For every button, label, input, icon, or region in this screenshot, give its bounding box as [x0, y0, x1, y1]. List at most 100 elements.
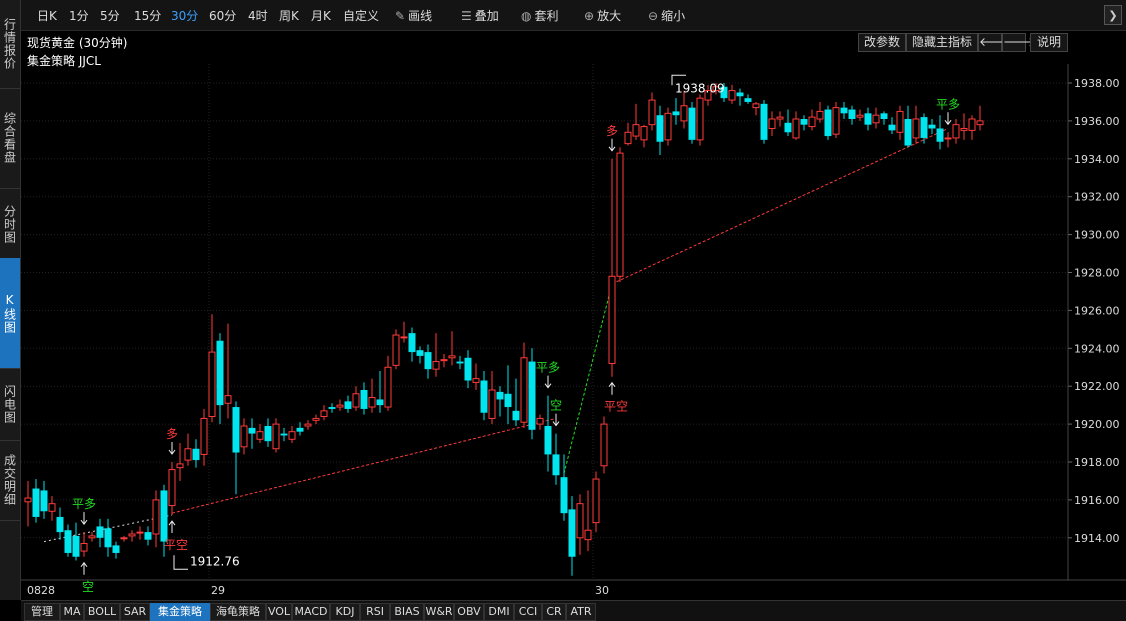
period-0[interactable]: 日K — [37, 7, 57, 24]
zoom-in-icon: ⊕ — [584, 9, 595, 23]
trend-line-0 — [171, 417, 557, 514]
tool-label: 放大 — [597, 9, 622, 23]
period-7[interactable]: 周K — [279, 7, 299, 24]
candle-body-119 — [976, 120, 984, 126]
tool-3[interactable]: ⊕ 放大 — [584, 7, 621, 24]
period-1[interactable]: 1分 — [69, 7, 89, 24]
candle-body-104 — [856, 114, 864, 118]
hide-main-indicator-button[interactable]: 隐藏主指标 — [906, 33, 978, 52]
y-tick-label-0: 1914.00 — [1074, 532, 1120, 545]
candle-body-65 — [544, 425, 552, 455]
period-6[interactable]: 4时 — [248, 7, 268, 24]
indicator-tab-4[interactable]: 集金策略 — [150, 603, 210, 621]
candle-body-105 — [864, 113, 872, 125]
candle-body-0 — [24, 497, 32, 503]
candle-body-63 — [528, 361, 536, 430]
period-5[interactable]: 60分 — [209, 7, 236, 24]
candle-body-14 — [136, 531, 144, 534]
tool-1[interactable]: ☰ 叠加 — [461, 7, 499, 24]
signal-label-5: 空 — [550, 399, 562, 413]
indicator-tab-8[interactable]: KDJ — [330, 603, 360, 621]
indicator-tab-11[interactable]: W&R — [424, 603, 454, 621]
candle-body-52 — [440, 359, 448, 362]
indicator-tab-14[interactable]: CCI — [514, 603, 542, 621]
candle-body-25 — [224, 395, 232, 404]
y-tick-label-8: 1930.00 — [1074, 229, 1120, 242]
candle-body-71 — [592, 478, 600, 524]
candle-body-88 — [728, 90, 736, 101]
signal-label-8: 平多 — [936, 97, 960, 111]
candle-body-81 — [672, 111, 680, 116]
indicator-tab-6[interactable]: VOL — [266, 603, 292, 621]
candle-body-49 — [416, 350, 424, 356]
sidebar: 行情报价 综合看盘 分时图 K线图 闪电图 成交明细 — [0, 0, 21, 600]
trend-line-2 — [611, 128, 949, 285]
candle-body-34 — [296, 427, 304, 432]
indicator-tab-16[interactable]: ATR — [566, 603, 596, 621]
tool-2[interactable]: ◍ 套利 — [521, 7, 559, 24]
next-button[interactable]: 🡒 — [1002, 33, 1035, 52]
candle-body-42 — [360, 389, 368, 409]
tool-0[interactable]: ✎ 画线 — [395, 7, 432, 24]
trend-line-1 — [563, 283, 613, 474]
edit-params-button[interactable]: 改参数 — [858, 33, 906, 52]
indicator-tab-13[interactable]: DMI — [484, 603, 514, 621]
indicator-tab-7[interactable]: MACD — [292, 603, 330, 621]
candle-body-41 — [352, 393, 360, 408]
candle-body-98 — [808, 116, 816, 128]
indicator-tab-10[interactable]: BIAS — [390, 603, 424, 621]
signal-arrowhead-7 — [608, 381, 616, 388]
candle-body-93 — [768, 118, 776, 129]
side-tab-0[interactable]: 行情报价 — [0, 0, 20, 89]
candle-body-44 — [376, 399, 384, 406]
candle-body-51 — [432, 361, 440, 370]
period-3[interactable]: 15分 — [134, 7, 161, 24]
candle-body-87 — [720, 86, 728, 99]
indicator-tab-1[interactable]: MA — [60, 603, 84, 621]
candle-body-95 — [784, 122, 792, 133]
candle-body-16 — [152, 499, 160, 535]
side-tab-2[interactable]: 分时图 — [0, 188, 20, 261]
prev-button[interactable]: 🡐 — [978, 33, 1011, 52]
tool-4[interactable]: ⊖ 缩小 — [648, 7, 685, 24]
indicator-tab-2[interactable]: BOLL — [84, 603, 120, 621]
extreme-marker-1 — [671, 74, 686, 86]
candle-body-70 — [584, 529, 592, 541]
candle-body-47 — [400, 336, 408, 339]
indicator-tab-9[interactable]: RSI — [360, 603, 390, 621]
candle-body-102 — [840, 107, 848, 114]
side-tab-5[interactable]: 成交明细 — [0, 440, 20, 521]
period-8[interactable]: 月K — [311, 7, 331, 24]
candle-body-24 — [216, 340, 224, 406]
period-9[interactable]: 自定义 — [343, 7, 379, 24]
candle-body-43 — [368, 397, 376, 408]
y-tick-label-10: 1934.00 — [1074, 153, 1120, 166]
indicator-tab-15[interactable]: CR — [542, 603, 566, 621]
candle-body-113 — [928, 124, 936, 129]
indicator-tab-5[interactable]: 海龟策略 — [210, 603, 266, 621]
y-tick-label-5: 1924.00 — [1074, 342, 1120, 355]
side-tab-3[interactable]: K线图 — [0, 258, 20, 369]
candle-body-85 — [704, 90, 712, 101]
stack-icon: ☰ — [461, 9, 472, 23]
candle-body-84 — [696, 97, 704, 141]
side-tab-4[interactable]: 闪电图 — [0, 368, 20, 441]
candle-body-59 — [496, 391, 504, 400]
help-button[interactable]: 说明 — [1030, 33, 1068, 52]
indicator-tab-3[interactable]: SAR — [120, 603, 150, 621]
candle-body-21 — [192, 448, 200, 461]
y-tick-label-3: 1920.00 — [1074, 418, 1120, 431]
side-tab-1[interactable]: 综合看盘 — [0, 88, 20, 189]
indicator-tab-12[interactable]: OBV — [454, 603, 484, 621]
collapse-right-button[interactable]: ❯ — [1104, 5, 1122, 25]
period-2[interactable]: 5分 — [100, 7, 120, 24]
candle-body-116 — [952, 124, 960, 139]
extreme-marker-0 — [173, 555, 188, 570]
tool-label: 套利 — [534, 9, 559, 23]
indicator-tab-0[interactable]: 管理 — [24, 603, 60, 621]
period-4[interactable]: 30分 — [171, 7, 198, 24]
candle-body-39 — [336, 404, 344, 408]
candle-body-86 — [712, 86, 720, 92]
candle-body-9 — [96, 526, 104, 538]
kline-chart[interactable]: 1914.00 1916.00 1918.00 1920.00 1922.00 1924.… — [0, 0, 1126, 620]
